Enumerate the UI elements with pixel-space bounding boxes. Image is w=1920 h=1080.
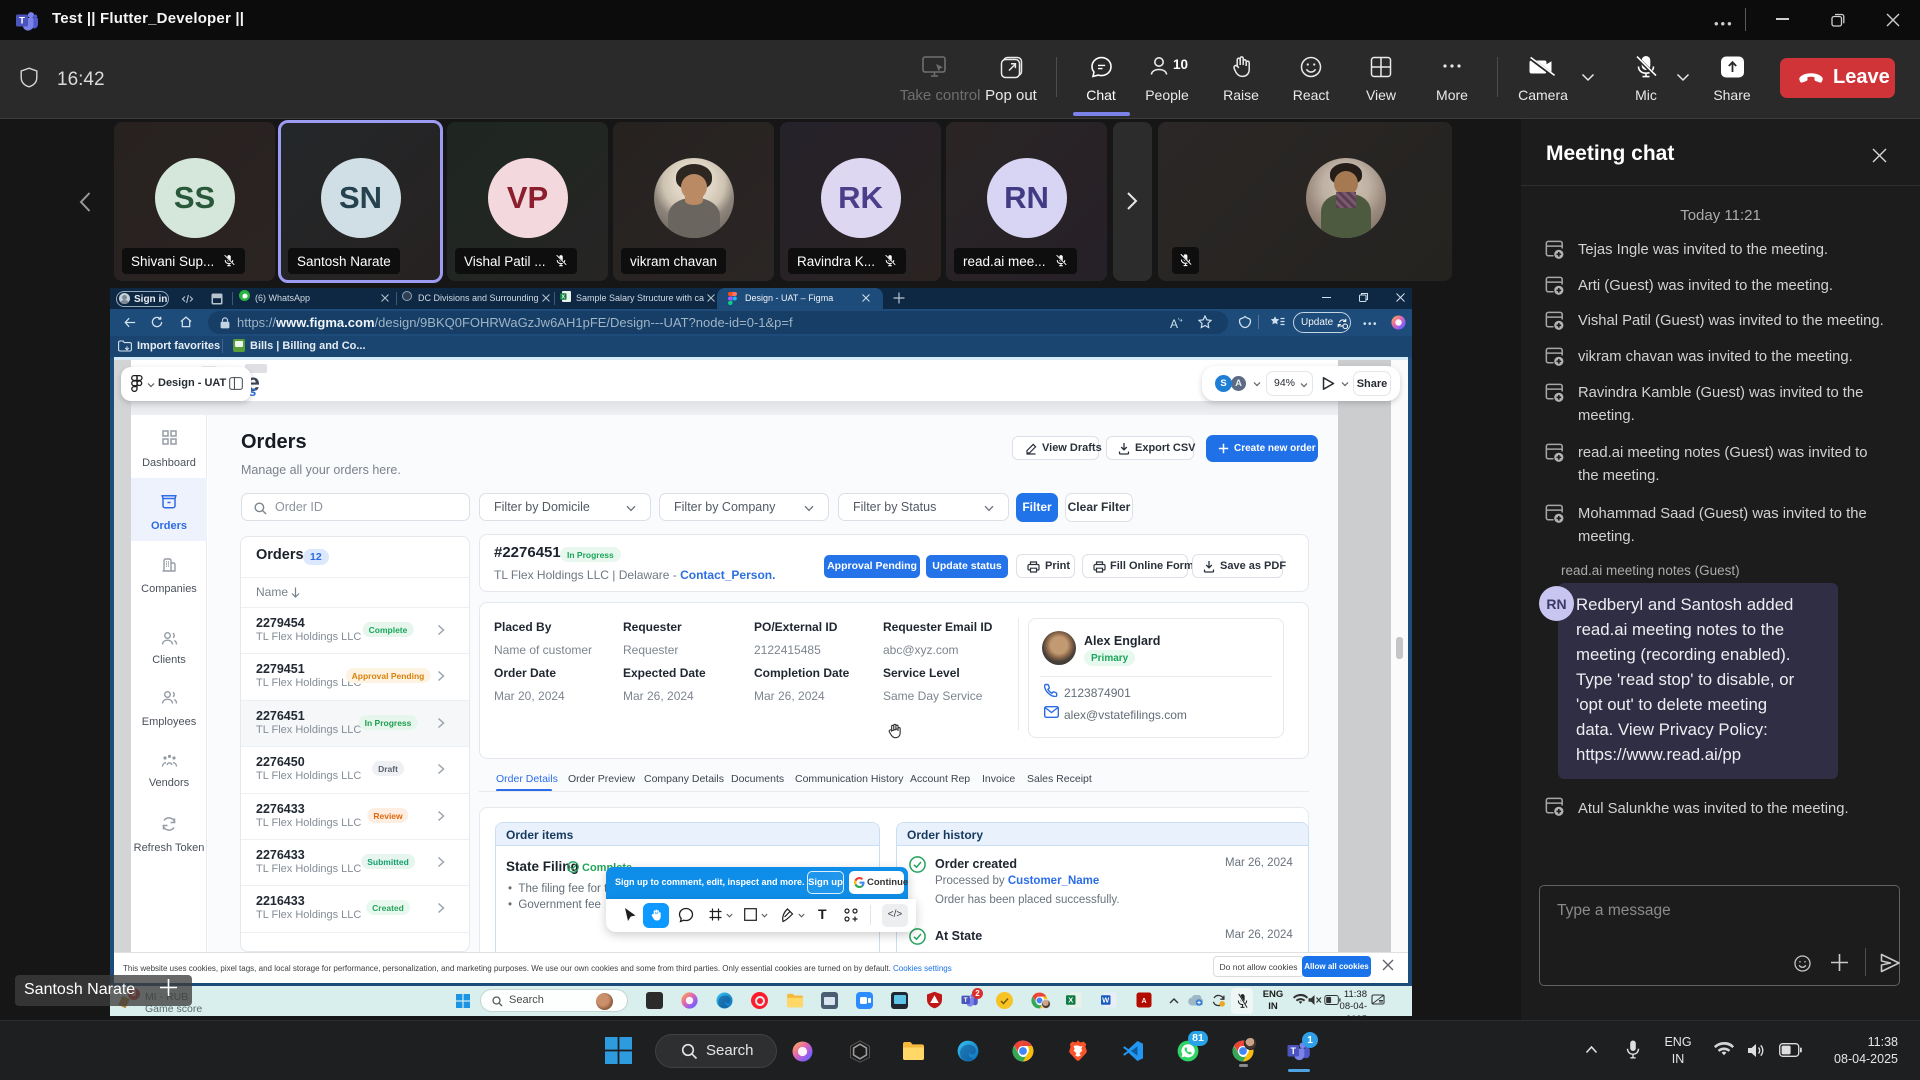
svg-text:X: X	[1068, 996, 1073, 1005]
svg-text:T: T	[1290, 1046, 1296, 1056]
svg-text:A: A	[1141, 998, 1146, 1005]
svg-text:X: X	[561, 295, 565, 301]
svg-text:10: 10	[1173, 57, 1188, 72]
svg-text:T: T	[19, 16, 25, 27]
svg-text:T: T	[964, 997, 968, 1004]
svg-text:W: W	[1102, 996, 1110, 1005]
